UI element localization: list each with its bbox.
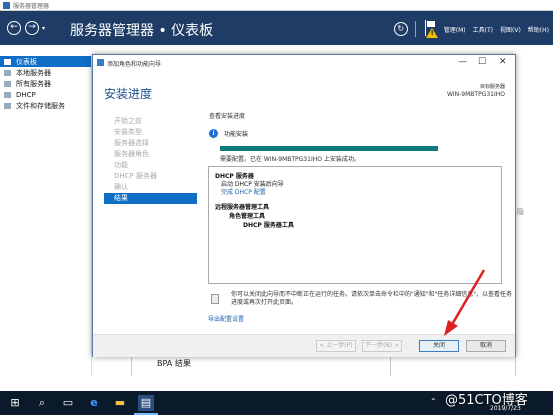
menu-help[interactable]: 帮助(H) — [528, 25, 549, 34]
sidebar-item-label: DHCP — [16, 90, 36, 99]
divider — [414, 21, 416, 37]
server-manager-icon — [3, 2, 10, 9]
step-server-roles: 服务器角色 — [114, 150, 149, 158]
progress-fill — [220, 146, 438, 151]
sidebar-item-local-server[interactable]: 本地服务器 — [0, 67, 91, 78]
close-button[interactable]: 关闭 — [419, 340, 459, 352]
tile-hide-text[interactable]: 隐 — [517, 207, 524, 217]
notification-flag-icon[interactable]: ! — [423, 20, 438, 38]
export-settings-link[interactable]: 导出配置设置 — [208, 314, 244, 323]
bpa-results-label[interactable]: BPA 结果 — [157, 358, 191, 369]
menu-tools[interactable]: 工具(T) — [473, 25, 493, 34]
task-note-icon — [211, 294, 219, 304]
sidebar-item-label: 仪表板 — [16, 57, 37, 66]
taskbar-date: 2019/7/23 — [490, 405, 521, 412]
server-manager-taskbar-icon[interactable]: ▤ — [138, 395, 154, 411]
dialog-title: 添加角色和功能向导 — [107, 61, 162, 68]
feature-install-label: 功能安装 — [224, 131, 249, 138]
dialog-footer: < 上一步(P) 下一步(N) > 关闭 取消 — [93, 334, 515, 357]
next-button[interactable]: 下一步(N) > — [362, 340, 402, 352]
file-explorer-icon[interactable]: ▬ — [112, 395, 128, 411]
wizard-icon — [97, 59, 104, 66]
cancel-button[interactable]: 取消 — [466, 340, 506, 352]
servers-icon — [4, 80, 11, 87]
previous-button[interactable]: < 上一步(P) — [316, 340, 356, 352]
wizard-content: 查看安装进度 i 功能安装 需要配置。已在 WIN-9MBTPG31IHO 上安… — [209, 111, 509, 163]
sidebar-item-dhcp[interactable]: DHCP — [0, 89, 91, 100]
sidebar-item-label: 文件和存储服务 — [16, 101, 65, 110]
sidebar: 仪表板 本地服务器 所有服务器 DHCP 文件和存储服务 — [0, 56, 92, 376]
results-list: DHCP 服务器 启动 DHCP 安装后向导 完成 DHCP 配置 远程服务器管… — [208, 166, 502, 284]
sidebar-item-all-servers[interactable]: 所有服务器 — [0, 78, 91, 89]
tray-icon[interactable]: ⌃ — [430, 397, 437, 406]
target-server-label: 目标服务器 — [479, 84, 505, 90]
menu-manage[interactable]: 管理(M) — [444, 25, 466, 34]
server-icon — [4, 69, 11, 76]
success-message: 需要配置。已在 WIN-9MBTPG31IHO 上安装成功。 — [220, 156, 360, 163]
sidebar-item-label: 本地服务器 — [16, 68, 51, 77]
menu-view[interactable]: 视图(V) — [500, 25, 521, 34]
forward-icon[interactable]: → — [25, 21, 39, 35]
info-icon: i — [209, 129, 218, 138]
window-title-bar: 服务器管理器 — [0, 0, 553, 11]
dialog-title-bar: 添加角色和功能向导 — ☐ ✕ — [93, 55, 515, 71]
install-progress-bar — [220, 146, 438, 151]
result-dhcp-tools: DHCP 服务器工具 — [243, 222, 294, 229]
view-progress-label: 查看安装进度 — [209, 113, 246, 120]
storage-icon — [4, 102, 11, 109]
sidebar-item-dashboard[interactable]: 仪表板 — [0, 56, 91, 67]
search-icon[interactable]: ⌕ — [34, 395, 50, 411]
result-remote-tools: 远程服务器管理工具 — [215, 204, 270, 211]
add-roles-wizard-dialog: 添加角色和功能向导 — ☐ ✕ 安装进度 目标服务器 WIN-9MBTPG31I… — [92, 54, 516, 357]
dhcp-icon — [4, 91, 11, 98]
server-manager-header: ← → ▾ 服务器管理器 • 仪表板 ↻ ! 管理(M) 工具(T) 视图(V)… — [0, 11, 553, 45]
refresh-icon[interactable]: ↻ — [393, 22, 408, 36]
sidebar-item-label: 所有服务器 — [16, 79, 51, 88]
breadcrumb: 服务器管理器 • 仪表板 — [70, 23, 214, 39]
sidebar-item-file-storage[interactable]: 文件和存储服务 — [0, 100, 91, 111]
note-text: 你可以关闭此向导而不中断正在运行的任务。请依次单击命令栏中的"通知"和"任务详细… — [231, 291, 513, 306]
step-dhcp-server: DHCP 服务器 — [114, 172, 157, 180]
step-before-you-begin: 开始之前 — [114, 117, 142, 125]
step-server-selection: 服务器选择 — [114, 139, 149, 147]
nav-history-dropdown-icon[interactable]: ▾ — [42, 25, 45, 32]
result-role-tools: 角色管理工具 — [229, 213, 266, 220]
step-installation-type: 安装类型 — [114, 128, 142, 136]
close-icon[interactable]: ✕ — [499, 57, 507, 67]
step-results[interactable]: 结果 — [104, 193, 197, 204]
step-confirmation: 确认 — [114, 183, 128, 191]
windows-start-icon[interactable]: ⊞ — [7, 395, 23, 411]
minimize-icon[interactable]: — — [458, 57, 467, 67]
back-icon[interactable]: ← — [7, 21, 21, 35]
dashboard-icon — [4, 58, 11, 65]
page-title: 安装进度 — [104, 87, 153, 101]
step-features: 功能 — [114, 161, 128, 169]
window-title: 服务器管理器 — [13, 3, 50, 10]
internet-explorer-icon[interactable]: e — [86, 395, 102, 411]
wizard-steps: 开始之前 安装类型 服务器选择 服务器角色 功能 DHCP 服务器 确认 结果 — [104, 116, 197, 204]
target-server-name: WIN-9MBTPG31IHO — [446, 91, 505, 98]
task-view-icon[interactable]: ▭ — [60, 395, 76, 411]
complete-dhcp-config-link[interactable]: 完成 DHCP 配置 — [221, 187, 266, 196]
dashboard-tile: 隐 — [515, 200, 553, 376]
maximize-icon[interactable]: ☐ — [478, 57, 486, 67]
